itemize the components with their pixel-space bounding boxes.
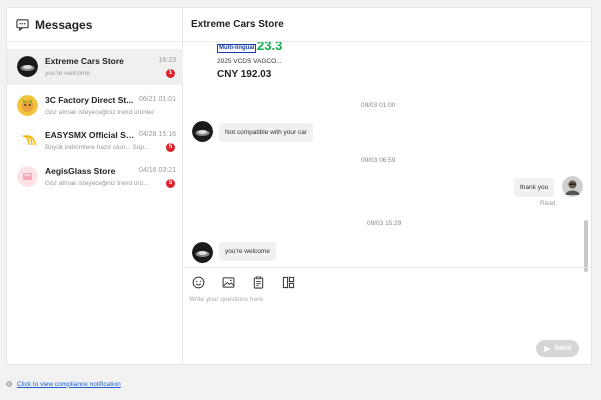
store-avatar bbox=[17, 56, 38, 77]
conversation-preview: Göz atmak isteyeceğiniz trend ürünler bbox=[45, 109, 155, 116]
read-status: Read bbox=[540, 200, 556, 207]
conversation-preview: you're welcome bbox=[45, 70, 90, 77]
message-input[interactable] bbox=[189, 296, 569, 303]
store-avatar bbox=[17, 166, 38, 187]
info-icon bbox=[6, 380, 13, 388]
conversation-time: 06/21 01:01 bbox=[139, 96, 176, 103]
product-banner-left: Multi-lingual bbox=[217, 44, 257, 53]
conversation-sidebar: Messages Extreme Cars Store 16:23 you're… bbox=[7, 8, 183, 364]
message-timestamp: 09/03 15:29 bbox=[367, 220, 402, 227]
conversation-preview: Büyük indirimlere hazır olun... Süp... bbox=[45, 144, 150, 151]
message-scrollbar[interactable] bbox=[584, 220, 588, 272]
conversation-item[interactable]: Extreme Cars Store 16:23 you're welcome … bbox=[7, 49, 183, 85]
chat-header: Extreme Cars Store bbox=[183, 8, 591, 42]
conversation-name: AegisGlass Store bbox=[45, 166, 116, 176]
unread-badge: 5 bbox=[166, 143, 175, 152]
conversation-item[interactable]: EASYSMX Official St... 04/28 15:16 Büyük… bbox=[7, 123, 183, 159]
store-avatar bbox=[17, 95, 38, 116]
emoji-icon[interactable] bbox=[192, 276, 205, 289]
send-label: Send bbox=[554, 345, 572, 352]
product-image: Multi-lingual 23.3 bbox=[217, 42, 297, 54]
image-icon[interactable] bbox=[222, 276, 235, 289]
conversation-item[interactable]: AegisGlass Store 04/16 03:21 Göz atmak i… bbox=[7, 159, 183, 195]
user-avatar bbox=[562, 176, 583, 197]
send-button[interactable]: Send bbox=[536, 340, 579, 357]
sidebar-header: Messages bbox=[7, 8, 182, 42]
message-list[interactable]: Multi-lingual 23.3 2025 VCDS VAGCO... CN… bbox=[183, 42, 591, 267]
composer: Send bbox=[183, 267, 591, 364]
message-bubble: Not compatible with your car bbox=[219, 123, 314, 142]
product-card[interactable]: Multi-lingual 23.3 2025 VCDS VAGCO... CN… bbox=[217, 42, 297, 80]
compliance-link[interactable]: Click to view compliance notification bbox=[17, 381, 121, 388]
composer-toolbar bbox=[192, 276, 295, 289]
store-avatar bbox=[192, 242, 213, 263]
compliance-notice: Click to view compliance notification bbox=[6, 380, 121, 388]
conversation-time: 04/16 03:21 bbox=[139, 167, 176, 174]
message-icon bbox=[16, 19, 29, 31]
product-icon[interactable] bbox=[282, 276, 295, 289]
unread-badge: 1 bbox=[166, 69, 175, 78]
conversation-name: Extreme Cars Store bbox=[45, 56, 124, 66]
message-timestamp: 09/03 06:59 bbox=[361, 157, 396, 164]
product-banner-right: 23.3 bbox=[257, 42, 283, 53]
chat-store-name: Extreme Cars Store bbox=[191, 19, 284, 30]
conversation-time: 04/28 15:16 bbox=[139, 131, 176, 138]
conversation-preview: Göz atmak isteyeceğiniz trend ürü... bbox=[45, 180, 149, 187]
order-icon[interactable] bbox=[252, 276, 265, 289]
message-timestamp: 09/03 01:00 bbox=[361, 102, 396, 109]
message-bubble: you're welcome bbox=[219, 242, 276, 261]
store-avatar bbox=[17, 130, 38, 151]
conversation-time: 16:23 bbox=[158, 57, 176, 64]
sidebar-title: Messages bbox=[35, 17, 93, 32]
messages-panel: Messages Extreme Cars Store 16:23 you're… bbox=[6, 7, 592, 365]
product-name: 2025 VCDS VAGCO... bbox=[217, 58, 282, 65]
conversation-item[interactable]: 3C Factory Direct St... 06/21 01:01 Göz … bbox=[7, 88, 183, 124]
product-price: CNY 192.03 bbox=[217, 69, 272, 80]
send-icon bbox=[543, 345, 551, 352]
chat-area: Extreme Cars Store Multi-lingual 23.3 20… bbox=[183, 8, 591, 364]
conversation-name: EASYSMX Official St... bbox=[45, 130, 135, 140]
store-avatar bbox=[192, 121, 213, 142]
unread-badge: 5 bbox=[166, 179, 175, 188]
conversation-name: 3C Factory Direct St... bbox=[45, 95, 134, 105]
message-bubble: thank you bbox=[514, 178, 555, 197]
